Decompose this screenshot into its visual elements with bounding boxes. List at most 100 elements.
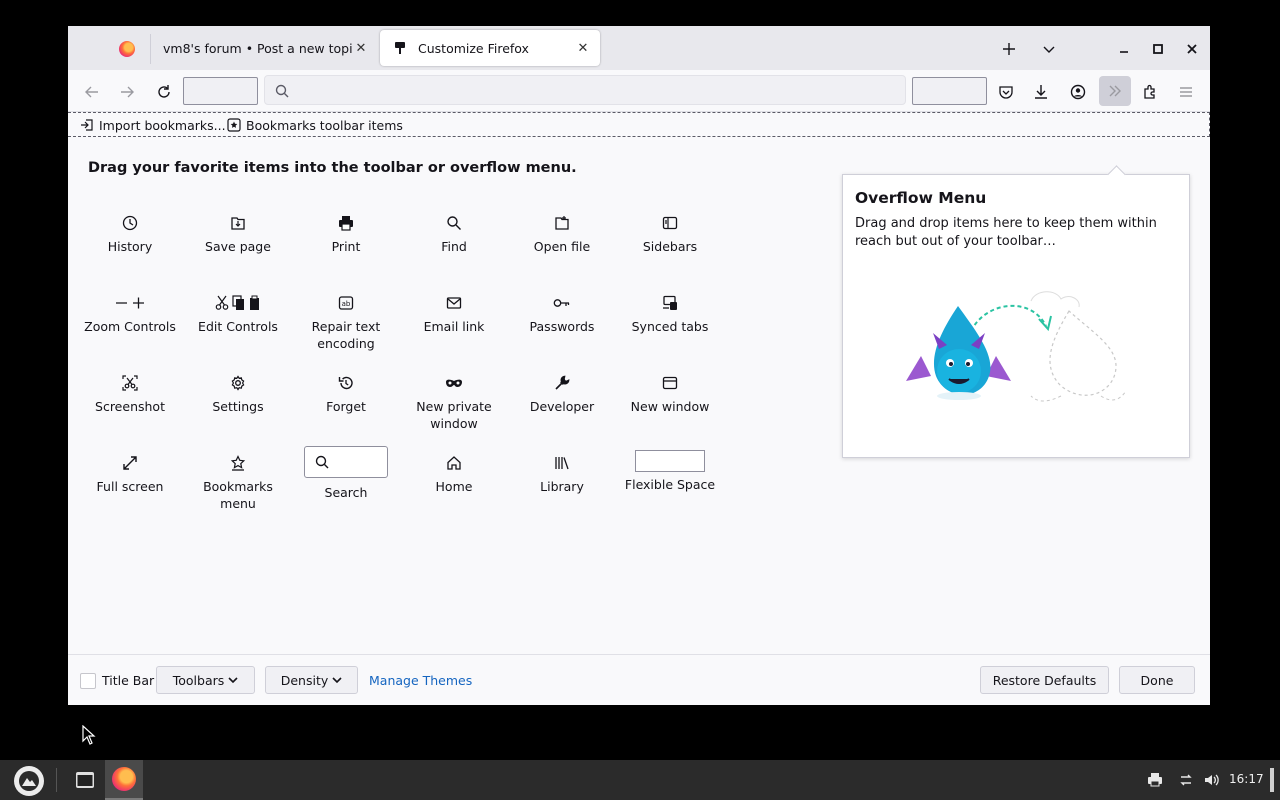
palette-item-label: Sidebars	[642, 239, 698, 254]
palette-item-new-private-window[interactable]: New private window	[400, 370, 508, 450]
clock-icon	[122, 210, 138, 236]
magnifier-icon	[446, 210, 462, 236]
key-icon	[553, 290, 571, 316]
toolbars-dropdown-button[interactable]: Toolbars	[156, 666, 255, 694]
palette-item-bookmarks-menu[interactable]: Bookmarks menu	[184, 450, 292, 530]
manage-themes-link[interactable]: Manage Themes	[369, 673, 472, 688]
search-icon	[275, 83, 289, 102]
search-icon	[315, 455, 329, 469]
palette-item-label: Full screen	[96, 479, 164, 494]
search-input[interactable]	[304, 446, 388, 478]
volume-icon[interactable]	[1201, 770, 1221, 790]
download-icon[interactable]	[1027, 78, 1055, 106]
title-bar-checkbox[interactable]	[80, 673, 96, 689]
palette-item-open-file[interactable]: Open file	[508, 210, 616, 290]
palette-item-label: Passwords	[529, 319, 595, 334]
tab-forum[interactable]: vm8's forum • Post a new topic ✕	[151, 30, 378, 66]
customize-area: Drag your favorite items into the toolba…	[68, 138, 1210, 654]
forget-icon	[338, 370, 354, 396]
window-close-icon[interactable]	[1181, 38, 1203, 60]
palette-item-sidebars[interactable]: Sidebars	[616, 210, 724, 290]
wrench-icon	[554, 370, 570, 396]
pocket-icon[interactable]	[992, 78, 1020, 106]
density-dropdown-button[interactable]: Density	[265, 666, 358, 694]
fullscreen-icon	[122, 450, 138, 476]
palette-item-save-page[interactable]: Save page	[184, 210, 292, 290]
palette-item-label: Print	[331, 239, 361, 254]
navigation-toolbar	[68, 70, 1210, 112]
terminal-icon	[76, 772, 94, 788]
palette-item-email-link[interactable]: Email link	[400, 290, 508, 370]
palette-item-home[interactable]: Home	[400, 450, 508, 530]
pinned-tab[interactable]	[104, 34, 150, 64]
window-icon	[662, 370, 678, 396]
palette-item-screenshot[interactable]: Screenshot	[76, 370, 184, 450]
hamburger-menu-icon[interactable]	[1172, 78, 1200, 106]
palette-item-history[interactable]: History	[76, 210, 184, 290]
new-tab-plus-icon[interactable]	[998, 38, 1020, 60]
start-menu-button[interactable]	[14, 766, 44, 796]
palette-item-library[interactable]: Library	[508, 450, 616, 530]
instructions-heading: Drag your favorite items into the toolba…	[88, 160, 577, 176]
bookmarks-toolbar-items[interactable]: Bookmarks toolbar items	[227, 116, 403, 134]
palette-item-label: Zoom Controls	[84, 319, 176, 334]
import-bookmarks-button[interactable]: Import bookmarks...	[80, 116, 226, 134]
palette-item-new-window[interactable]: New window	[616, 370, 724, 450]
account-icon[interactable]	[1064, 78, 1092, 106]
taskbar-separator	[56, 768, 57, 792]
toolbar-flexible-space[interactable]	[183, 77, 258, 105]
tab-title: vm8's forum • Post a new topic	[163, 40, 352, 56]
show-desktop-handle[interactable]	[1270, 768, 1274, 792]
palette-item-label: Screenshot	[95, 399, 165, 414]
palette-item-search[interactable]: Search	[292, 446, 400, 530]
palette-item-zoom-controls[interactable]: Zoom Controls	[76, 290, 184, 370]
close-icon[interactable]: ✕	[574, 39, 592, 57]
back-arrow-icon[interactable]	[78, 78, 106, 106]
overflow-chevron-icon[interactable]	[1099, 76, 1131, 106]
palette-item-passwords[interactable]: Passwords	[508, 290, 616, 370]
palette-item-print[interactable]: Print	[292, 210, 400, 290]
mountain-logo-icon	[19, 771, 39, 791]
extensions-puzzle-icon[interactable]	[1136, 78, 1164, 106]
firefox-icon	[112, 767, 136, 791]
forward-arrow-icon[interactable]	[113, 78, 141, 106]
taskbar-clock[interactable]: 16:17	[1229, 772, 1264, 786]
network-icon[interactable]	[1176, 770, 1196, 790]
palette-item-label: Library	[540, 479, 584, 494]
overflow-menu-panel[interactable]: Overflow Menu Drag and drop items here t…	[842, 174, 1190, 458]
done-button[interactable]: Done	[1119, 666, 1195, 694]
palette-item-developer[interactable]: Developer	[508, 370, 616, 450]
bookmarks-toolbar-items-label: Bookmarks toolbar items	[246, 117, 403, 133]
toolbar-flexible-space[interactable]	[912, 77, 987, 105]
palette-item-synced-tabs[interactable]: Synced tabs	[616, 290, 724, 370]
customize-footer: Title Bar Toolbars Density Manage Themes…	[68, 654, 1210, 705]
palette-item-label: Synced tabs	[631, 319, 709, 334]
maximize-icon[interactable]	[1147, 38, 1169, 60]
palette-item-full-screen[interactable]: Full screen	[76, 450, 184, 530]
restore-defaults-button[interactable]: Restore Defaults	[980, 666, 1109, 694]
palette-item-settings[interactable]: Settings	[184, 370, 292, 450]
list-all-tabs-chevron-icon[interactable]	[1038, 38, 1060, 60]
tab-customize[interactable]: Customize Firefox ✕	[380, 30, 600, 66]
palette-item-repair-text-encoding[interactable]: ab Repair text encoding	[292, 290, 400, 370]
taskbar-app-firefox[interactable]	[105, 760, 143, 800]
palette-item-find[interactable]: Find	[400, 210, 508, 290]
printer-tray-icon[interactable]	[1145, 770, 1165, 790]
palette-item-edit-controls[interactable]: Edit Controls	[184, 290, 292, 370]
palette-item-forget[interactable]: Forget	[292, 370, 400, 450]
palette-item-label: Flexible Space	[624, 477, 716, 492]
palette-item-label: Bookmarks menu	[203, 479, 273, 511]
url-bar[interactable]	[264, 75, 906, 105]
minimize-icon[interactable]	[1113, 38, 1135, 60]
flexible-space-box	[635, 450, 705, 472]
import-bookmarks-label: Import bookmarks...	[99, 117, 226, 133]
close-icon[interactable]: ✕	[352, 39, 370, 57]
sidebar-icon	[662, 210, 678, 236]
tab-strip: vm8's forum • Post a new topic ✕ Customi…	[68, 26, 1210, 70]
bookmarks-toolbar: Import bookmarks... Bookmarks toolbar it…	[68, 112, 1210, 137]
printer-icon	[338, 210, 354, 236]
bookmark-star-icon	[227, 118, 241, 132]
reload-icon[interactable]	[150, 78, 178, 106]
taskbar-app-terminal[interactable]	[66, 760, 104, 800]
palette-item-flexible-space[interactable]: Flexible Space	[616, 450, 724, 530]
